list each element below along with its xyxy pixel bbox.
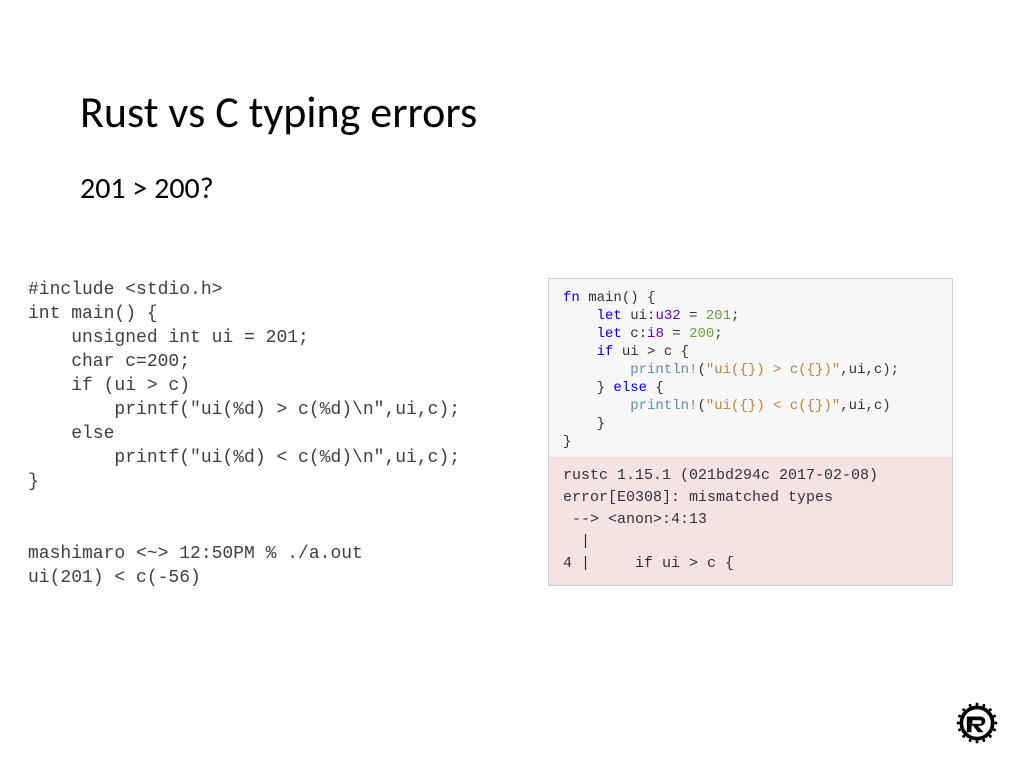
rust-panel: fn main() { let ui:u32 = 201; let c:i8 =…: [548, 278, 953, 586]
tok-eq1: =: [681, 308, 706, 324]
tok-else-open: {: [647, 380, 664, 396]
kw-if: if: [597, 344, 614, 360]
c-code-block: #include <stdio.h> int main() { unsigned…: [28, 278, 460, 494]
c-output-block: mashimaro <~> 12:50PM % ./a.out ui(201) …: [28, 542, 363, 590]
tok-semi1: ;: [731, 308, 739, 324]
slide-title: Rust vs C typing errors: [80, 85, 477, 139]
tok-args3: (: [697, 398, 705, 414]
mac-println2: println!: [630, 398, 697, 414]
rust-code-block: fn main() { let ui:u32 = 201; let c:i8 =…: [549, 279, 952, 457]
tok-main: main() {: [580, 290, 656, 306]
kw-let: let: [597, 308, 622, 324]
tok-args4: ,ui,c): [840, 398, 890, 414]
kw-let2: let: [597, 326, 622, 342]
rust-logo-svg: [954, 700, 1000, 746]
tok-close2: }: [563, 434, 571, 450]
tok-close1: }: [563, 416, 605, 432]
mac-println1: println!: [630, 362, 697, 378]
tok-args2: ,ui,c);: [840, 362, 899, 378]
rust-error-block: rustc 1.15.1 (021bd294c 2017-02-08) erro…: [549, 457, 952, 585]
tok-semi2: ;: [714, 326, 722, 342]
tok-cond: ui > c {: [613, 344, 689, 360]
tok-c-decl: c:: [622, 326, 647, 342]
tok-ui-decl: ui:: [622, 308, 656, 324]
ty-i8: i8: [647, 326, 664, 342]
tok-args1: (: [697, 362, 705, 378]
rust-logo-icon: [954, 700, 1000, 746]
num-200: 200: [689, 326, 714, 342]
str1: "ui({}) > c({})": [706, 362, 840, 378]
kw-else: else: [613, 380, 647, 396]
num-201: 201: [706, 308, 731, 324]
tok-eq2: =: [664, 326, 689, 342]
slide: Rust vs C typing errors 201 > 200? #incl…: [0, 0, 1024, 768]
slide-subtitle: 201 > 200?: [80, 170, 214, 207]
tok-else-close: }: [597, 380, 614, 396]
str2: "ui({}) < c({})": [706, 398, 840, 414]
kw-fn: fn: [563, 290, 580, 306]
ty-u32: u32: [655, 308, 680, 324]
